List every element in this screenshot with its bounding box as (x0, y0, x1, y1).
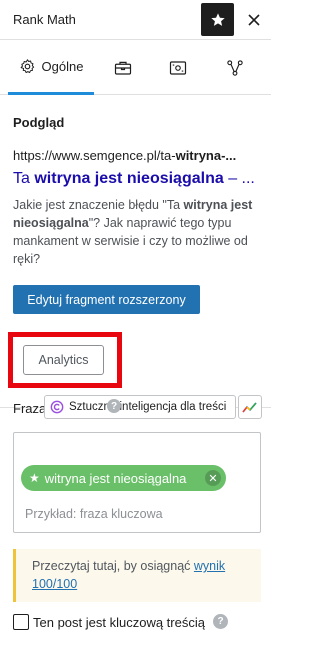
tab-advanced[interactable] (105, 41, 141, 95)
schema-icon (227, 60, 243, 76)
serp-url[interactable]: https://www.semgence.pl/ta-witryna-... (13, 148, 263, 163)
tab-general[interactable]: Ogólne (8, 41, 94, 95)
serp-desc-part: Jakie jest znaczenie błędu "Ta (13, 198, 184, 212)
focus-keyword-label: Fraza (13, 401, 47, 416)
tab-bar: Ogólne (0, 41, 271, 95)
social-icon (169, 61, 187, 75)
close-icon (248, 13, 260, 26)
close-button[interactable] (240, 3, 268, 36)
tab-general-label: Ogólne (41, 59, 84, 74)
content-ai-icon (50, 400, 64, 414)
primary-keyword-star-icon: ★ (29, 471, 40, 485)
help-icon[interactable]: ? (107, 399, 121, 413)
star-icon (210, 12, 225, 26)
trends-button[interactable] (238, 395, 262, 419)
serp-url-keyword: witryna-... (175, 148, 237, 163)
score-notice: Przeczytaj tutaj, by osiągnąć wynik 100/… (13, 549, 261, 602)
serp-title-prefix: Ta (13, 170, 35, 187)
serp-url-prefix: https://www.semgence.pl/ta- (13, 148, 176, 163)
pillar-content-checkbox[interactable] (13, 614, 29, 630)
focus-keyword-text: witryna jest nieosiągalna (44, 470, 187, 486)
pillar-content-row: Ten post jest kluczową treścią ? (13, 612, 263, 632)
analytics-button[interactable]: Analytics (23, 345, 104, 375)
content-ai-button[interactable]: Sztuczna inteligencja dla treści ? (44, 395, 236, 419)
gear-icon (20, 59, 34, 74)
focus-keyword-box[interactable]: ★ witryna jest nieosiągalna ✕ (13, 432, 261, 533)
preview-heading: Podgląd (13, 115, 65, 130)
remove-keyword-icon[interactable]: ✕ (205, 470, 221, 486)
serp-desc-keyword: witryna (183, 198, 228, 212)
tab-social[interactable] (160, 41, 196, 95)
content-ai-label: Sztuczna inteligencja dla treści (69, 401, 227, 413)
trend-chart-icon (242, 402, 257, 413)
score-notice-text: Przeczytaj tutaj, by osiągnąć (32, 559, 194, 573)
tab-schema[interactable] (217, 41, 253, 95)
serp-title-suffix: – ... (223, 170, 255, 187)
serp-description[interactable]: Jakie jest znaczenie błędu "Ta witryna j… (13, 196, 263, 268)
serp-title-keyword: witryna jest nieosiągalna (34, 170, 224, 187)
panel-title: Rank Math (13, 12, 76, 27)
favorite-star-button[interactable] (201, 3, 234, 36)
edit-snippet-button[interactable]: Edytuj fragment rozszerzony (13, 285, 200, 314)
help-icon[interactable]: ? (213, 614, 228, 629)
serp-title[interactable]: Ta witryna jest nieosiągalna – ... (13, 170, 263, 188)
pillar-content-label[interactable]: Ten post jest kluczową treścią (33, 615, 205, 630)
focus-keyword-input[interactable] (25, 507, 250, 521)
panel-header: Rank Math (0, 0, 271, 40)
focus-keyword-tag[interactable]: ★ witryna jest nieosiągalna ✕ (21, 465, 226, 491)
toolbox-icon (114, 61, 132, 75)
